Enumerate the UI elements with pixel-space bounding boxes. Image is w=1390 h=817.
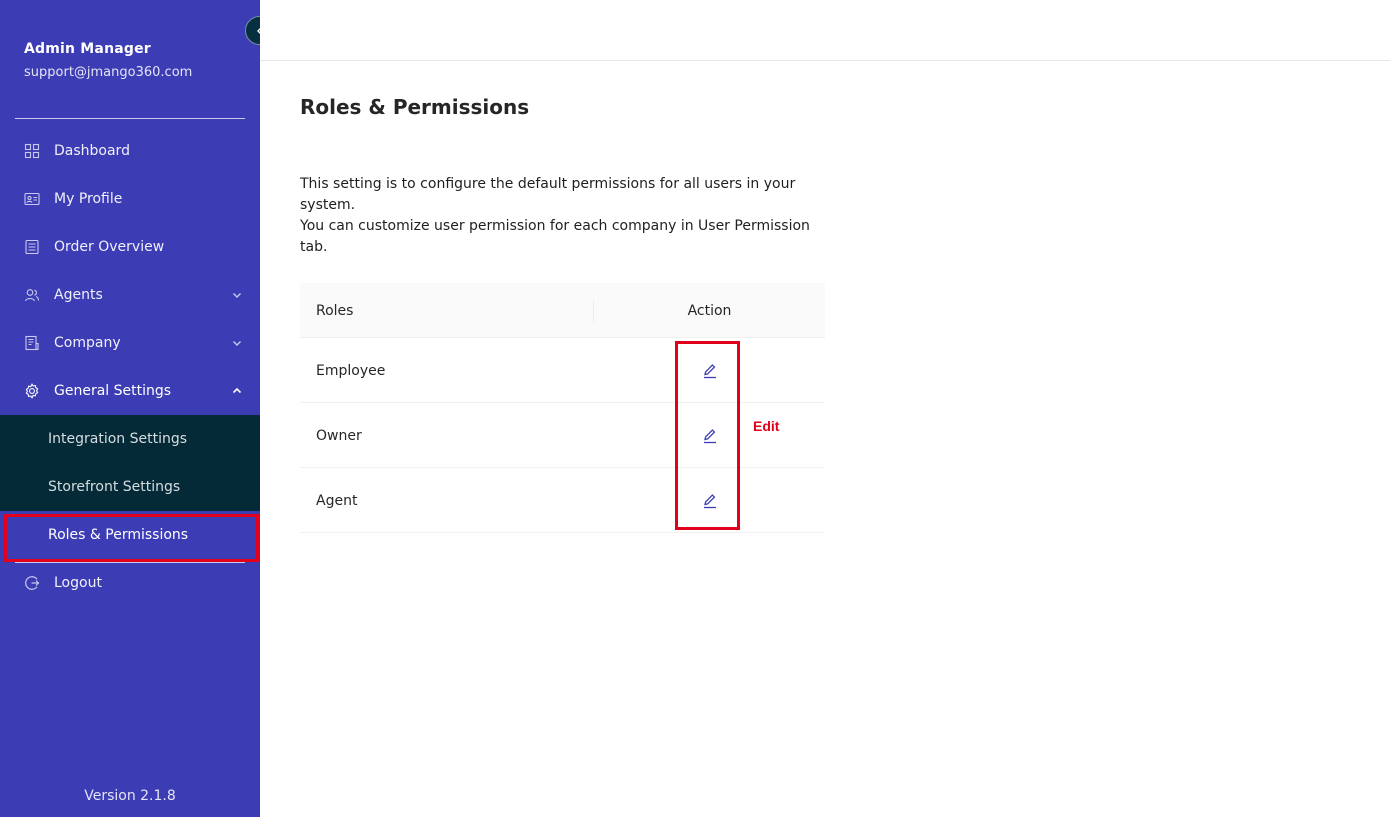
profile-card-icon	[24, 191, 40, 207]
sidebar-item-label: Company	[54, 335, 121, 351]
table-row: Agent	[300, 468, 825, 533]
gear-icon	[24, 383, 40, 399]
sidebar-item-my-profile[interactable]: My Profile	[0, 175, 260, 223]
sidebar: Admin Manager support@jmango360.com Dash…	[0, 0, 260, 817]
edit-annotation-label: Edit	[753, 418, 780, 434]
user-name: Admin Manager	[24, 41, 151, 57]
page-title: Roles & Permissions	[300, 95, 530, 119]
logout-label: Logout	[54, 575, 102, 591]
role-name: Employee	[316, 362, 386, 379]
sidebar-item-agents[interactable]: Agents	[0, 271, 260, 319]
table-row: Employee	[300, 338, 825, 403]
sidebar-item-order-overview[interactable]: Order Overview	[0, 223, 260, 271]
chevron-down-icon	[231, 289, 243, 301]
column-header-action: Action	[687, 302, 732, 319]
highlight-box-edit-buttons	[675, 341, 740, 530]
sidebar-item-label: My Profile	[54, 191, 123, 207]
sidebar-item-dashboard[interactable]: Dashboard	[0, 127, 260, 175]
sidebar-item-general-settings[interactable]: General Settings	[0, 367, 260, 415]
sidebar-item-label: Order Overview	[54, 239, 165, 255]
sidebar-subitem-integration-settings[interactable]: Integration Settings	[0, 415, 260, 463]
chevron-down-icon	[231, 337, 243, 349]
roles-table: Roles Action Employee Owner Agent	[300, 283, 825, 533]
role-name: Owner	[316, 427, 362, 444]
table-header: Roles Action	[300, 283, 825, 338]
highlight-box-roles-permissions	[4, 514, 259, 562]
user-email: support@jmango360.com	[24, 65, 193, 80]
sidebar-item-company[interactable]: Company	[0, 319, 260, 367]
dashboard-icon	[24, 143, 40, 159]
top-bar	[260, 0, 1390, 61]
table-row: Owner	[300, 403, 825, 468]
sidebar-item-label: General Settings	[54, 383, 172, 399]
column-header-roles: Roles	[316, 302, 354, 319]
agents-icon	[24, 287, 40, 303]
logout-icon	[24, 575, 40, 591]
logout-button[interactable]: Logout	[0, 559, 260, 607]
sidebar-divider	[15, 118, 245, 119]
sidebar-subitem-label: Integration Settings	[48, 431, 188, 447]
sidebar-item-label: Agents	[54, 287, 103, 303]
sidebar-item-label: Dashboard	[54, 143, 130, 159]
sidebar-subitem-label: Storefront Settings	[48, 479, 181, 495]
sidebar-subitem-storefront-settings[interactable]: Storefront Settings	[0, 463, 260, 511]
company-icon	[24, 335, 40, 351]
chevron-up-icon	[231, 385, 243, 397]
page-description: This setting is to configure the default…	[300, 174, 825, 258]
description-line-1: This setting is to configure the default…	[300, 176, 796, 213]
order-list-icon	[24, 239, 40, 255]
version-label: Version 2.1.8	[84, 788, 176, 804]
role-name: Agent	[316, 492, 358, 509]
description-line-2: You can customize user permission for ea…	[300, 218, 810, 255]
